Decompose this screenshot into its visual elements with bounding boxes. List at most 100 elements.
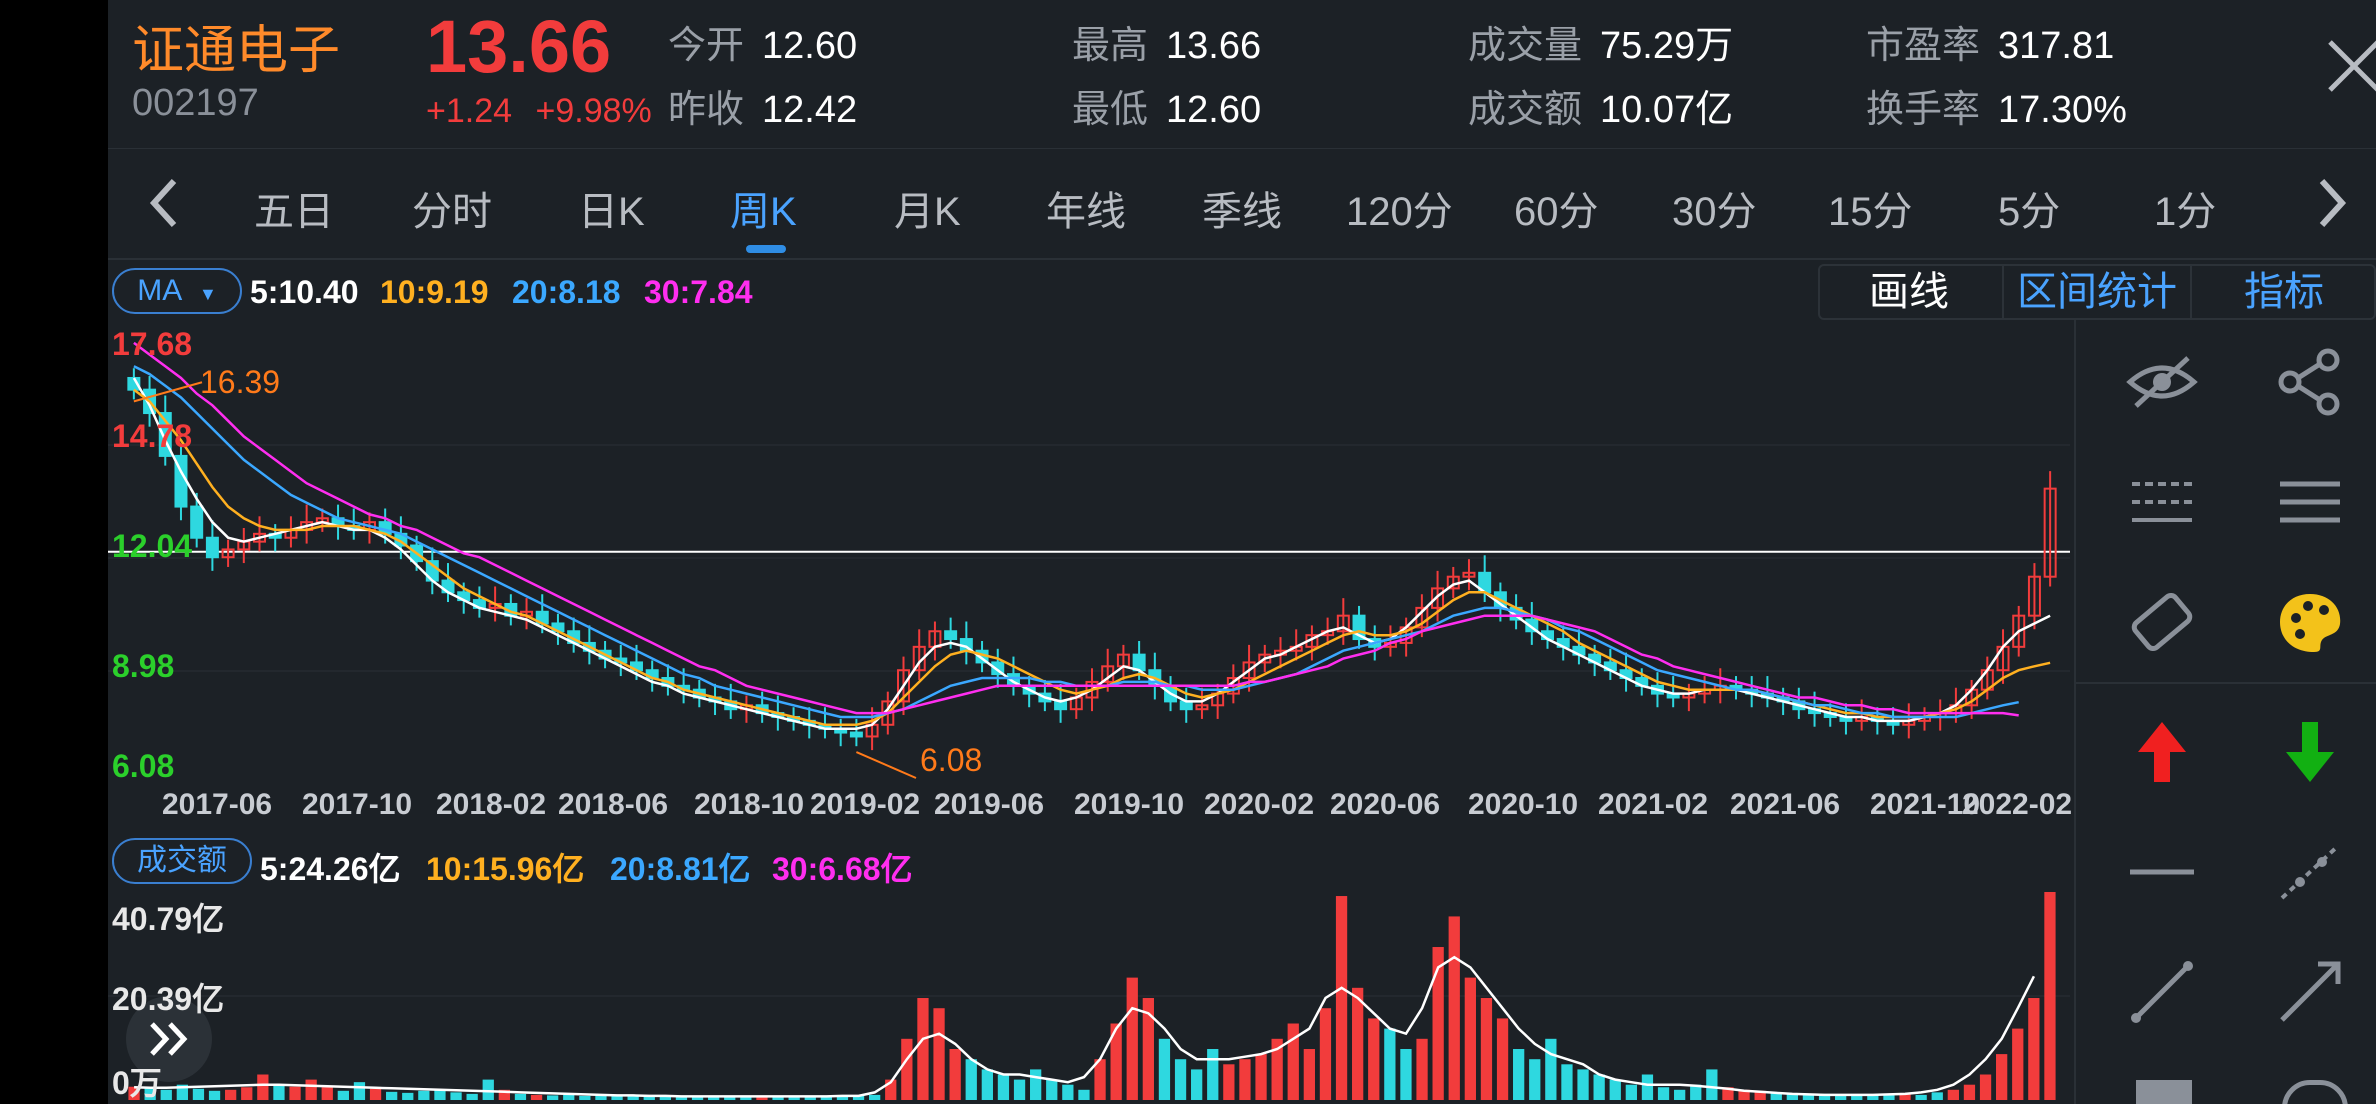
stat-value: 75.29万 xyxy=(1600,25,1734,67)
stat-value: 12.60 xyxy=(762,25,858,67)
volume-bar xyxy=(386,1091,398,1100)
chevron-right-icon[interactable] xyxy=(2312,173,2352,233)
tab-daily-k[interactable]: 日K xyxy=(578,179,645,237)
volume-bar xyxy=(1174,1059,1187,1100)
volume-bar xyxy=(708,1097,720,1100)
volume-bar xyxy=(321,1087,333,1100)
stat-value: 10.07亿 xyxy=(1600,89,1734,131)
ma5-value: 5:10.40 xyxy=(250,274,359,310)
volume-bar xyxy=(1319,1008,1332,1100)
volume-bar xyxy=(1480,998,1493,1100)
solid-lines-icon[interactable] xyxy=(2270,462,2350,542)
share-icon[interactable] xyxy=(2270,342,2350,422)
tab-yearly[interactable]: 年线 xyxy=(1046,179,1126,237)
tab-intraday[interactable]: 分时 xyxy=(412,179,492,237)
stat-value: 17.30% xyxy=(1998,89,2127,131)
stat-volume: 成交量 75.29万 xyxy=(1468,14,1733,69)
red-up-arrow-icon[interactable] xyxy=(2122,712,2202,792)
horizontal-line-icon[interactable] xyxy=(2122,832,2202,912)
volume-bar xyxy=(1013,1079,1026,1100)
candle-body xyxy=(205,536,219,559)
ma-selector[interactable]: MA ▼ xyxy=(112,268,242,314)
tab-5day[interactable]: 五日 xyxy=(254,179,334,237)
indicator-button[interactable]: 指标 xyxy=(2190,266,2376,318)
green-down-arrow-icon[interactable] xyxy=(2270,712,2350,792)
range-stats-button[interactable]: 区间统计 xyxy=(2002,266,2190,318)
low-annotation: 6.08 xyxy=(920,742,983,778)
tab-weekly-k[interactable]: 周K xyxy=(730,179,797,237)
volume-bar xyxy=(917,998,929,1100)
volume-bar xyxy=(1641,1074,1654,1100)
y-label-mid: 12.04 xyxy=(112,528,193,564)
x-label: 2018-02 xyxy=(436,788,547,821)
kline-chart[interactable]: 17.68 14.78 12.04 8.98 6.08 16.39 6.08 2… xyxy=(108,318,2072,1082)
panel-divider xyxy=(2076,682,2376,684)
more-tool-icon[interactable] xyxy=(2136,1080,2192,1104)
stat-turnover-rate: 换手率 17.30% xyxy=(1866,78,2127,133)
circle-tool-icon[interactable] xyxy=(2282,1080,2348,1104)
volume-bar xyxy=(257,1074,269,1100)
price-change: +1.24 +9.98% xyxy=(426,92,652,131)
volume-bar xyxy=(466,1093,478,1100)
stat-pe: 市盈率 317.81 xyxy=(1866,14,2114,69)
volume-bar xyxy=(965,1059,977,1100)
volume-bar xyxy=(1126,977,1138,1100)
x-label: 2019-02 xyxy=(810,788,921,821)
volume-selector[interactable]: 成交额 xyxy=(112,838,252,884)
volume-bar xyxy=(1368,1018,1380,1100)
candle-body xyxy=(849,731,863,738)
volume-bar xyxy=(1674,1089,1686,1100)
change-amount: +1.24 xyxy=(426,92,513,130)
vol-ma20-value: 20:8.81亿 xyxy=(610,851,751,887)
volume-bar xyxy=(305,1079,317,1100)
chevron-left-icon[interactable] xyxy=(144,173,184,233)
ma10-value: 10:9.19 xyxy=(380,274,489,310)
tab-1min[interactable]: 1分 xyxy=(2154,179,2216,237)
volume-bar xyxy=(1496,1018,1509,1100)
eye-off-icon[interactable] xyxy=(2122,342,2202,422)
volume-bar xyxy=(1706,1069,1718,1100)
stat-value: 12.42 xyxy=(762,89,858,131)
palette-icon[interactable] xyxy=(2270,582,2350,662)
x-label: 2021-06 xyxy=(1730,788,1841,821)
stock-name: 证通电子 xyxy=(132,22,341,80)
tab-30min[interactable]: 30分 xyxy=(1672,179,1757,237)
stat-label: 昨收 xyxy=(668,89,745,131)
volume-bar xyxy=(1416,1038,1428,1100)
active-tab-indicator xyxy=(746,245,786,253)
tab-5min[interactable]: 5分 xyxy=(1998,179,2060,237)
stat-label: 今开 xyxy=(668,25,745,67)
y-label-max: 17.68 xyxy=(112,326,193,362)
volume-bar xyxy=(418,1090,430,1100)
dashed-lines-icon[interactable] xyxy=(2122,462,2202,542)
divider xyxy=(108,258,2376,260)
volume-chart[interactable]: 40.79亿 20.39亿 0万 xyxy=(108,888,2070,1104)
vol-y-label-min: 0万 xyxy=(112,1065,162,1101)
candle-body xyxy=(944,630,958,641)
close-icon[interactable] xyxy=(2324,36,2376,96)
eraser-icon[interactable] xyxy=(2122,582,2202,662)
stat-label: 最高 xyxy=(1072,25,1149,67)
ray-icon[interactable] xyxy=(2270,952,2350,1032)
volume-bar xyxy=(1335,896,1348,1100)
tab-monthly-k[interactable]: 月K xyxy=(894,179,961,237)
stat-label: 换手率 xyxy=(1866,89,1981,131)
dotted-segment-icon[interactable] xyxy=(2270,832,2350,912)
tab-quarterly[interactable]: 季线 xyxy=(1202,179,1282,237)
tab-120min[interactable]: 120分 xyxy=(1346,179,1453,237)
period-tabs: 五日 分时 日K 周K 月K 年线 季线 120分 60分 30分 15分 5分… xyxy=(108,148,2376,257)
stat-label: 成交量 xyxy=(1468,25,1583,67)
vol-y-label-max: 40.79亿 xyxy=(112,901,225,937)
vol-ma5-line xyxy=(134,955,2036,1098)
draw-line-button[interactable]: 画线 xyxy=(1820,266,1998,318)
kline-svg xyxy=(108,341,2070,779)
volume-svg xyxy=(108,892,2070,1100)
segment-icon[interactable] xyxy=(2122,952,2202,1032)
ma20-line xyxy=(133,365,2019,719)
vol-ma5-value: 5:24.26亿 xyxy=(260,851,401,887)
stat-value: 13.66 xyxy=(1166,25,1262,67)
volume-bar xyxy=(192,1088,205,1100)
tab-60min[interactable]: 60分 xyxy=(1514,179,1599,237)
tab-15min[interactable]: 15分 xyxy=(1828,179,1913,237)
volume-bar xyxy=(1158,1038,1171,1100)
